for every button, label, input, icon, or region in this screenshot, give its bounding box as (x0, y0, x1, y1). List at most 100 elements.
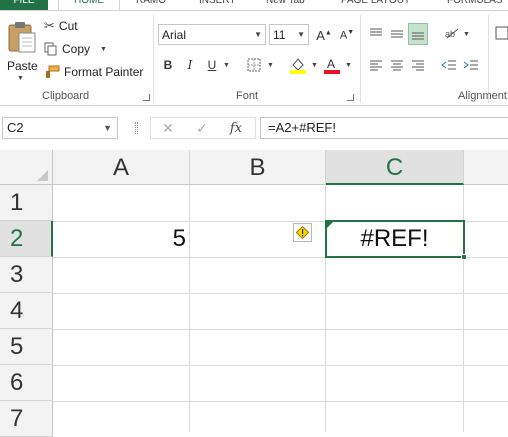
font-color-icon: A (324, 57, 340, 74)
borders-button[interactable] (244, 55, 264, 75)
font-family-select[interactable]: Arial ▼ (158, 24, 266, 45)
tab-new-tab[interactable]: New Tab (266, 0, 305, 10)
select-all-icon (37, 170, 48, 181)
increase-indent-button[interactable] (461, 55, 481, 75)
underline-dropdown-icon[interactable]: ▼ (223, 62, 230, 69)
paint-bucket-icon (290, 58, 306, 74)
middle-align-button[interactable] (387, 23, 407, 43)
decrease-indent-button[interactable] (439, 55, 459, 75)
orientation-button[interactable]: ab (442, 23, 462, 43)
fill-color-button[interactable] (288, 55, 308, 75)
row-header-1[interactable]: 1 (0, 185, 53, 221)
decrease-font-size-button[interactable]: A▼ (337, 25, 357, 45)
format-painter-label: Format Painter (64, 65, 144, 79)
align-center-button[interactable] (387, 55, 407, 75)
cut-button[interactable]: ✂ Cut (44, 16, 78, 36)
wrap-text-button[interactable] (492, 23, 508, 43)
gridline (189, 185, 190, 432)
scissors-icon: ✂ (44, 18, 55, 33)
middle-align-icon (391, 30, 403, 38)
ribbon: Paste ▼ ✂ Cut Copy ▼ Format Painter Clip… (0, 10, 508, 106)
align-left-button[interactable] (366, 55, 386, 75)
column-header-b[interactable]: B (190, 150, 326, 185)
error-options-button[interactable] (293, 223, 312, 242)
paste-label: Paste (7, 59, 38, 73)
group-divider (360, 15, 361, 103)
formula-bar-buttons: ✕ ✓ fx (150, 117, 256, 139)
format-painter-button[interactable]: Format Painter (44, 62, 143, 82)
tab-page-layout[interactable]: PAGE LAYOUT (341, 0, 410, 10)
column-header-d[interactable] (464, 150, 508, 185)
borders-icon (247, 58, 261, 72)
copy-icon (44, 42, 57, 56)
formula-bar: C2 ▼ ✕ ✓ fx =A2+#REF! (0, 106, 508, 150)
insert-function-icon[interactable]: fx (219, 121, 253, 136)
copy-dropdown-icon: ▼ (100, 45, 107, 53)
row-header-2[interactable]: 2 (0, 221, 53, 257)
fill-color-dropdown-icon[interactable]: ▼ (311, 62, 318, 69)
tab-ramo[interactable]: RAMO (136, 0, 166, 10)
row-header-3[interactable]: 3 (0, 257, 53, 293)
row-header-6[interactable]: 6 (0, 365, 53, 401)
cut-label: Cut (58, 19, 78, 33)
cancel-icon[interactable]: ✕ (151, 120, 185, 137)
bottom-align-button[interactable] (408, 23, 428, 45)
svg-text:ab: ab (445, 29, 455, 39)
copy-button[interactable]: Copy ▼ (44, 39, 107, 59)
top-align-icon (370, 28, 382, 36)
error-indicator-icon (327, 222, 333, 228)
tab-file[interactable]: FILE (0, 0, 48, 10)
formula-bar-grip-icon[interactable] (135, 122, 138, 134)
gridline (53, 365, 508, 366)
underline-button[interactable]: U (202, 55, 222, 75)
font-family-value: Arial (162, 27, 187, 42)
increase-font-size-button[interactable]: A▲ (314, 25, 334, 45)
font-size-value: 11 (273, 27, 286, 42)
check-icon[interactable]: ✓ (185, 120, 219, 137)
align-right-icon (412, 60, 424, 71)
font-size-select[interactable]: 11 ▼ (269, 24, 309, 45)
formula-input[interactable]: =A2+#REF! (260, 117, 508, 139)
orientation-dropdown-icon[interactable]: ▼ (463, 31, 470, 38)
tab-insert[interactable]: INSERT (199, 0, 236, 10)
font-color-dropdown-icon[interactable]: ▼ (345, 62, 352, 69)
align-center-icon (391, 60, 403, 71)
tab-formulas[interactable]: FORMULAS (447, 0, 503, 10)
svg-text:A: A (327, 57, 335, 71)
chevron-down-icon: ▼ (297, 30, 305, 39)
bottom-align-icon (412, 32, 424, 40)
align-left-icon (370, 60, 382, 71)
copy-label: Copy (62, 42, 91, 56)
top-align-button[interactable] (366, 23, 386, 43)
shrink-font-icon: A▼ (339, 28, 355, 42)
italic-button[interactable]: I (180, 55, 200, 75)
paste-button[interactable]: Paste ▼ (4, 17, 40, 89)
font-launcher-icon[interactable] (347, 94, 354, 101)
chevron-down-icon[interactable]: ▼ (103, 118, 112, 138)
column-header-c[interactable]: C (326, 150, 464, 185)
tab-home[interactable]: HOME (58, 0, 120, 10)
clipboard-launcher-icon[interactable] (143, 94, 150, 101)
warning-diamond-icon (296, 226, 309, 239)
grow-font-icon: A▲ (316, 27, 332, 43)
borders-dropdown-icon[interactable]: ▼ (267, 62, 274, 69)
align-right-button[interactable] (408, 55, 428, 75)
fill-handle[interactable] (461, 254, 467, 260)
name-box-value: C2 (7, 120, 24, 135)
font-color-button[interactable]: A (322, 55, 342, 75)
bold-button[interactable]: B (158, 55, 178, 75)
column-header-a[interactable]: A (53, 150, 190, 185)
row-header-5[interactable]: 5 (0, 329, 53, 365)
ribbon-tabs: FILE HOME RAMO INSERT New Tab PAGE LAYOU… (0, 0, 508, 10)
active-cell-border (325, 220, 465, 258)
cell-a2[interactable]: 5 (54, 221, 186, 257)
increase-indent-icon (463, 60, 478, 70)
row-header-4[interactable]: 4 (0, 293, 53, 329)
orientation-icon: ab (445, 28, 459, 39)
paste-dropdown-icon: ▼ (17, 75, 24, 82)
select-all-corner[interactable] (0, 150, 53, 185)
clipboard-group-label: Clipboard (42, 90, 90, 102)
name-box[interactable]: C2 ▼ (2, 117, 118, 139)
font-group-label: Font (236, 90, 259, 102)
group-divider (153, 15, 154, 103)
